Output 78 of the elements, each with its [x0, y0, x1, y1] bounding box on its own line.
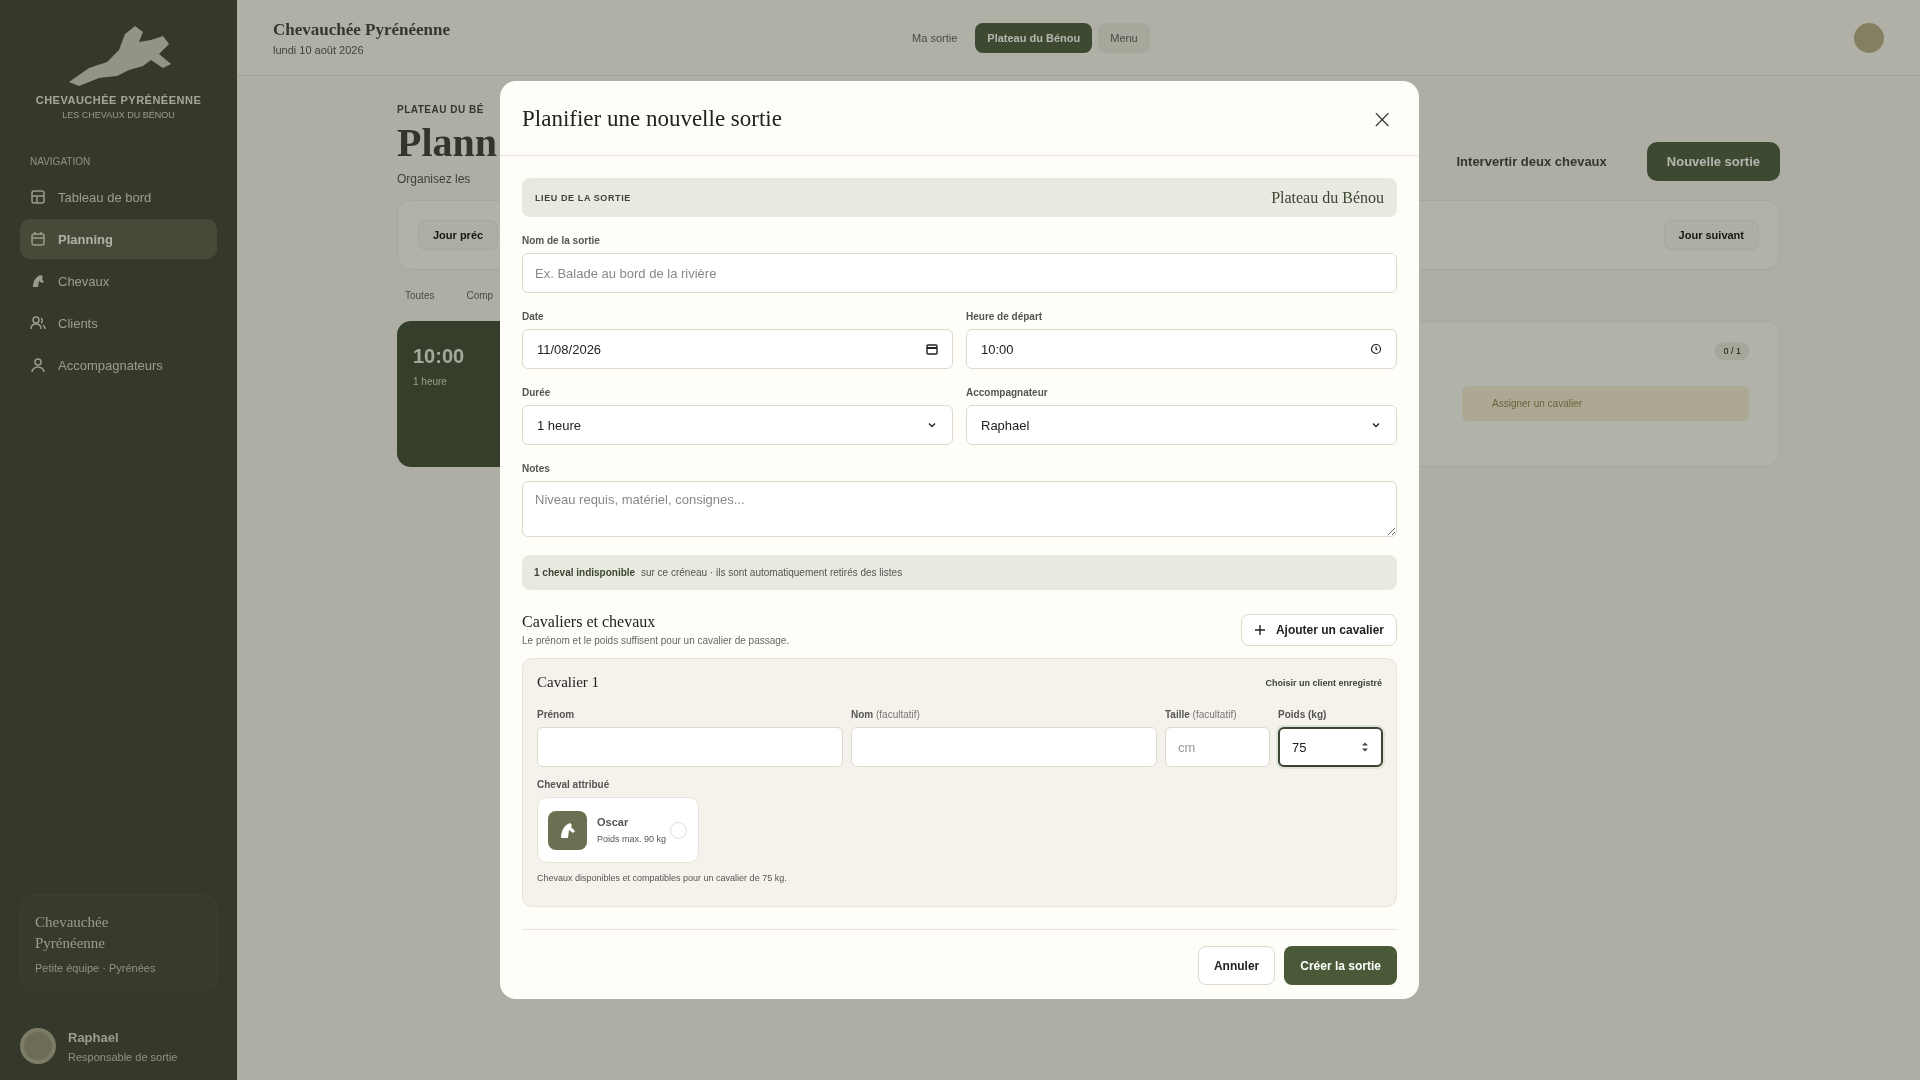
- location-value: Plateau du Bénou: [1271, 188, 1384, 207]
- date-field[interactable]: 11/08/2026: [522, 329, 953, 369]
- guide-dropdown[interactable]: Raphael: [966, 405, 1397, 445]
- create-button[interactable]: Créer la sortie: [1284, 946, 1397, 985]
- switch-button[interactable]: Menu: [1098, 22, 1150, 53]
- notes-field[interactable]: Niveau requis, matériel, consignes...: [522, 481, 1397, 537]
- plus-icon: [1253, 623, 1266, 636]
- location-label: LIEU DE LA SORTIE: [535, 192, 631, 203]
- field-label: Taille (facultatif): [1165, 709, 1238, 720]
- user-role: Responsable de sortie: [68, 1050, 178, 1063]
- field-label: Cheval attribué: [537, 779, 611, 790]
- swap-button[interactable]: Intervertir deux chevaux: [1436, 142, 1627, 181]
- section-hint: Le prénom et le poids suffisent pour un cavalier de passage.: [522, 635, 790, 646]
- calendar-icon: [926, 343, 938, 355]
- clock-icon: [1370, 343, 1382, 355]
- text-field[interactable]: [851, 727, 1157, 767]
- close-button[interactable]: ×: [1367, 106, 1397, 132]
- brand-tagline: LES CHEVAUX DU BÉNOU: [62, 110, 175, 120]
- page-subtitle: Organisez les: [397, 172, 471, 186]
- page-title: Plann: [397, 119, 498, 166]
- person-icon: [30, 357, 46, 373]
- text-field[interactable]: [537, 727, 843, 767]
- previous-day-button[interactable]: Jour préc: [418, 220, 499, 250]
- choose-client-link[interactable]: Choisir un client enregistré: [1265, 677, 1382, 688]
- date-text: lundi 10 août 2026: [273, 43, 365, 56]
- add-rider-button[interactable]: Ajouter un cavalier: [1240, 613, 1397, 646]
- filter-tab[interactable]: Toutes: [397, 284, 443, 307]
- outing-time: 10:00: [413, 345, 465, 368]
- section-title: Cavaliers et chevaux: [522, 613, 657, 631]
- page-eyebrow: PLATEAU DU BÉ: [397, 104, 484, 115]
- people-icon: [30, 315, 46, 331]
- rider-title: Cavalier 1: [537, 674, 600, 691]
- field-label: Poids (kg): [1278, 709, 1328, 720]
- time-field[interactable]: 10:00: [966, 329, 1397, 369]
- horse-name: Oscar: [597, 816, 630, 828]
- duration-dropdown[interactable]: 1 heure: [522, 405, 953, 445]
- dashboard-icon: [30, 189, 46, 205]
- radio-button[interactable]: [670, 822, 687, 839]
- field-label: Nom de la sortie: [522, 235, 601, 246]
- nav-item[interactable]: Tableau de bord: [20, 177, 217, 217]
- name-field[interactable]: Ex. Balade au bord de la rivière: [522, 253, 1397, 293]
- field-label: Nom (facultatif): [851, 709, 921, 720]
- field-label: Prénom: [537, 709, 576, 720]
- field-label: Date: [522, 311, 545, 322]
- field-label: Durée: [522, 387, 552, 398]
- nav-item[interactable]: Chevaux: [20, 261, 217, 301]
- stepper-icon: [1361, 741, 1369, 753]
- nav-item[interactable]: Clients: [20, 303, 217, 343]
- brand-name: CHEVAUCHÉE PYRÉNÉENNE: [35, 94, 202, 106]
- horse-max-weight: Poids max. 90 kg: [597, 834, 667, 844]
- filter-tab[interactable]: Comp: [458, 284, 502, 307]
- weight-field[interactable]: 75: [1278, 727, 1383, 767]
- nav-item[interactable]: Planning: [20, 219, 217, 259]
- nav-item[interactable]: Accompagnateurs: [20, 345, 217, 385]
- user-name: Raphael: [68, 1029, 120, 1045]
- card-subtitle: Petite équipe · Pyrénées: [35, 962, 157, 974]
- dialog-title: Planifier une nouvelle sortie: [522, 106, 782, 132]
- switch-button[interactable]: Ma sortie: [900, 22, 970, 53]
- availability-notice: 1 cheval indisponible sur ce créneau · ils sont automatiquement retirés des listes: [522, 555, 1397, 590]
- next-day-button[interactable]: Jour suivant: [1663, 220, 1759, 250]
- nav-heading: NAVIGATION: [30, 156, 92, 167]
- count-badge: 0 / 1: [1715, 342, 1749, 360]
- horse-icon: [30, 273, 46, 289]
- field-label: Heure de départ: [966, 311, 1044, 322]
- avatar: [20, 1028, 56, 1064]
- horse-hint: Chevaux disponibles et compatibles pour un cavalier de 75 kg.: [537, 873, 788, 883]
- app-title: Chevauchée Pyrénéenne: [273, 19, 451, 40]
- avatar: [1854, 22, 1884, 53]
- field-label: Notes: [522, 463, 551, 474]
- card-title: Chevauchée Pyrénéenne: [35, 913, 110, 953]
- cancel-button[interactable]: Annuler: [1197, 946, 1276, 985]
- switch-button[interactable]: Plateau du Bénou: [975, 22, 1093, 53]
- outing-duration: 1 heure: [413, 376, 447, 387]
- calendar-icon: [30, 231, 46, 247]
- text-field[interactable]: cm: [1165, 727, 1270, 767]
- new-outing-button[interactable]: Nouvelle sortie: [1646, 142, 1780, 181]
- field-label: Accompagnateur: [966, 387, 1049, 398]
- horse-option[interactable]: Oscar Poids max. 90 kg: [537, 797, 699, 863]
